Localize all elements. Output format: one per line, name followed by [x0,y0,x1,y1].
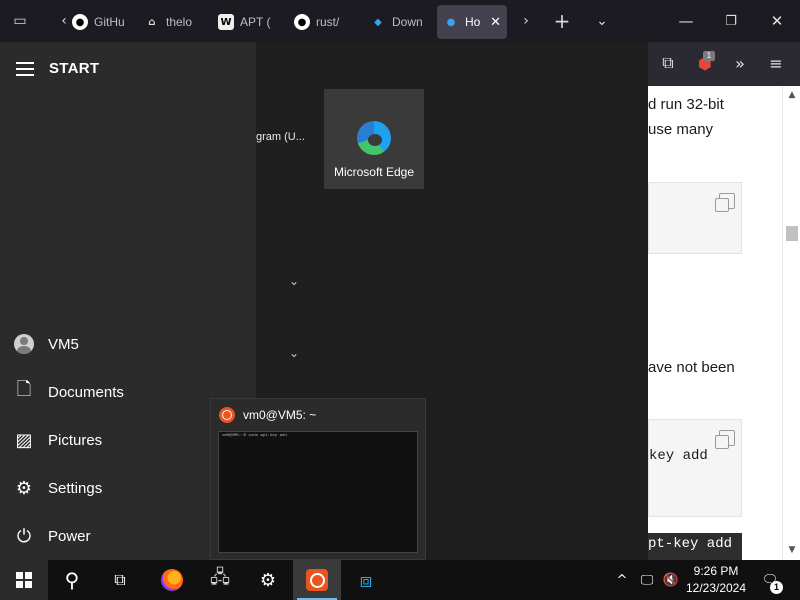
start-title: START [49,60,100,77]
vscode-icon: ◆ [374,16,382,28]
firefox-taskbar-button[interactable] [148,560,196,600]
tab-active[interactable]: ● Ho ✕ [437,5,507,39]
windows-logo-icon [16,572,32,588]
page-text: ave not been [648,359,735,376]
clock-date: 12/23/2024 [685,581,747,595]
app-icon: ⧈ [359,568,373,592]
tab-wikipedia[interactable]: W APT ( [212,5,274,39]
chevron-down-icon[interactable]: ⌄ [286,274,302,290]
pictures-icon: ▨ [15,429,33,451]
browser-toolbar: ⧉ ⬢ » ≡ [648,42,800,86]
web-page: d run 32-bit use many ave not been key a… [648,86,800,560]
tab-rust[interactable]: ● rust/ [288,5,350,39]
settings-taskbar-button[interactable]: ⚙ [244,560,292,600]
edge-icon [357,121,391,155]
tab-github[interactable]: ● GitHu [66,5,128,39]
tile-label: Microsoft Edge [333,165,415,179]
taskbar-clock[interactable]: 9:26 PM 12/23/2024 [684,563,748,597]
browser-tab-strip: ▭ ‹ ● GitHu ⌂ thelo W APT ( ● rust/ ◆ Do… [0,0,800,42]
tab-label: Down [392,15,423,29]
github-icon: ● [72,14,88,30]
clock-time: 9:26 PM [693,564,739,578]
preview-title: vm0@VM5: ~ [243,408,317,422]
dark-code-block: pt-key add - [648,533,749,560]
firefox-view-icon[interactable]: ▭ [8,9,32,33]
ubuntu-icon [219,407,235,423]
page-scrollbar[interactable]: ▲ ▼ [782,86,800,560]
app-taskbar-button[interactable]: ⧈ [342,560,390,600]
scroll-up-icon[interactable]: ▲ [786,89,798,101]
copy-icon[interactable] [715,193,735,212]
network-icon[interactable]: 🖵 [636,560,658,600]
tray-overflow-icon[interactable]: ^ [612,560,632,600]
tab-label: Ho [465,15,481,29]
rail-item-label: Pictures [48,431,103,449]
rail-item-user[interactable]: VM5 [0,320,256,368]
app-menu-icon[interactable]: ≡ [765,52,787,74]
notification-badge: 1 [770,581,783,594]
window-preview[interactable]: vm0@VM5: ~ vm0@VM5:~$ sudo apt-key add [210,398,426,560]
remote-desktop-icon: 🖧 [209,567,231,588]
code-block [648,182,742,254]
power-icon: ⏻ [16,525,32,547]
code-text: key add [649,448,708,464]
notification-center-icon[interactable]: 🗨 [756,560,784,600]
app-list-item[interactable]: gram (U... [256,131,305,143]
rail-item-label: Power [48,527,91,545]
user-avatar-icon [14,334,34,354]
scroll-thumb[interactable] [786,226,798,241]
restore-icon[interactable]: ❐ [719,9,743,33]
tab-list-icon[interactable]: ⌄ [590,9,614,33]
close-tab-icon[interactable]: ✕ [490,14,501,30]
tab-label: APT ( [240,15,271,29]
hamburger-menu-icon[interactable] [16,62,34,76]
start-button[interactable] [0,560,48,600]
document-icon: 🗋 [16,379,32,400]
search-button[interactable]: ⚲ [48,560,96,600]
terminal-thumbnail: vm0@VM5:~$ sudo apt-key add [218,431,418,553]
rail-item-label: Settings [48,479,103,497]
chevron-down-icon[interactable]: ⌄ [286,346,302,362]
tile-microsoft-edge[interactable]: Microsoft Edge [324,89,424,189]
overflow-chevron-icon[interactable]: » [729,52,751,74]
minimize-icon[interactable]: — [674,9,698,33]
github-icon: ● [294,14,310,30]
tab-scroll-right-icon[interactable]: › [514,9,538,33]
volume-muted-icon[interactable]: 🔇 [660,560,682,600]
library-icon: ⌂ [148,16,156,28]
gear-icon: ⚙ [15,477,33,499]
terminal-line: vm0@VM5:~$ sudo apt-key add [222,434,287,438]
firefox-icon [161,569,183,591]
scroll-down-icon[interactable]: ▼ [786,544,798,556]
tab-label: thelo [166,15,193,29]
taskbar: ⚲ ⧉ 🖧 ⚙ ⧈ ^ 🖵 🔇 9:26 PM 12/23/2024 🗨 [0,560,800,600]
page-text: use many [648,121,714,138]
remote-desktop-taskbar-button[interactable]: 🖧 [196,560,244,600]
tab-library[interactable]: ⌂ thelo [138,5,200,39]
gear-icon: ⚙ [259,569,277,591]
site-icon: ● [446,16,456,28]
copy-icon[interactable] [715,430,735,449]
ubuntu-taskbar-button[interactable] [293,560,341,600]
tab-label: GitHu [94,15,125,29]
rail-item-label: Documents [48,383,124,401]
code-block: key add [648,419,742,517]
search-icon: ⚲ [64,568,80,592]
task-view-button[interactable]: ⧉ [96,560,144,600]
wikipedia-icon: W [218,14,234,30]
extensions-icon[interactable]: ⧉ [657,52,679,74]
close-window-icon[interactable]: ✕ [765,9,789,33]
tab-label: rust/ [316,15,340,29]
task-view-icon: ⧉ [114,570,126,589]
rail-item-label: VM5 [48,335,79,353]
tab-download[interactable]: ◆ Down [364,5,426,39]
new-tab-icon[interactable]: + [550,9,574,33]
ubuntu-icon [306,569,328,591]
extension-badge: 1 [703,51,715,61]
page-text: d run 32-bit [648,96,724,113]
